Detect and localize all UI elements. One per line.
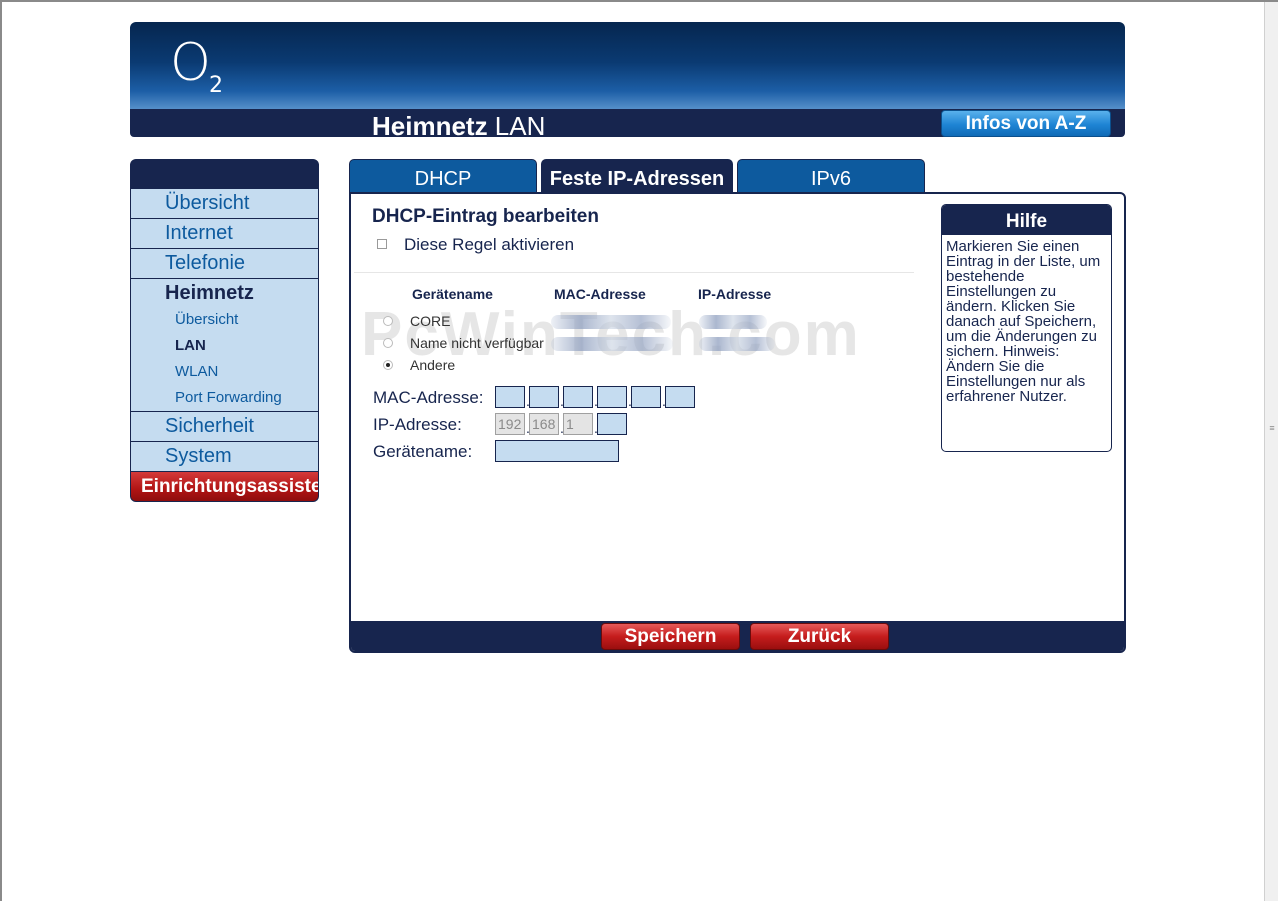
- section-title: DHCP-Eintrag bearbeiten: [372, 206, 599, 227]
- sidebar-item-sicherheit[interactable]: Sicherheit: [130, 412, 319, 442]
- device-name: Andere: [410, 357, 456, 373]
- scroll-grip-icon: ≡: [1269, 423, 1275, 433]
- sidebar-subitem-lan[interactable]: LAN: [130, 333, 319, 359]
- tab-feste-ip-adressen[interactable]: Feste IP-Adressen: [541, 159, 733, 192]
- device-radio-unknown[interactable]: [383, 338, 393, 348]
- activate-rule-checkbox[interactable]: [377, 239, 387, 249]
- device-row-core: CORE: [383, 313, 450, 329]
- sidebar-item-uebersicht[interactable]: Übersicht: [130, 189, 319, 219]
- sidebar-subitem-wlan[interactable]: WLAN: [130, 359, 319, 385]
- ip-octet-1: 192: [495, 413, 525, 435]
- mac-label: MAC-Adresse:: [373, 388, 484, 407]
- vertical-scrollbar[interactable]: ≡: [1264, 2, 1278, 901]
- page-title-bold: Heimnetz: [372, 111, 488, 137]
- device-row-unknown: Name nicht verfügbar: [383, 335, 544, 351]
- activate-rule-row: Diese Regel aktivieren: [377, 235, 574, 255]
- mac-octet-3[interactable]: [563, 386, 593, 408]
- mac-octet-5[interactable]: [631, 386, 661, 408]
- mac-octet-4[interactable]: [597, 386, 627, 408]
- ip-label: IP-Adresse:: [373, 415, 462, 434]
- content-panel: DHCP-Eintrag bearbeiten Diese Regel akti…: [349, 192, 1126, 653]
- redacted-mac: [551, 337, 673, 351]
- device-radio-core[interactable]: [383, 316, 393, 326]
- sidebar-item-einrichtungsassistent[interactable]: Einrichtungsassistent: [130, 472, 319, 502]
- o2-logo: O2: [170, 33, 225, 98]
- mac-octet-6[interactable]: [665, 386, 695, 408]
- sidebar-top-bar: [130, 159, 319, 189]
- column-header-ip: IP-Adresse: [698, 286, 772, 302]
- mac-octet-1[interactable]: [495, 386, 525, 408]
- sidebar-subitem-port-forwarding[interactable]: Port Forwarding: [130, 385, 319, 412]
- help-title: Hilfe: [942, 205, 1111, 235]
- header: O2 Heimnetz LAN Infos von A-Z: [130, 22, 1125, 137]
- column-header-geraetename: Gerätename: [412, 286, 493, 302]
- page-title: Heimnetz LAN: [372, 111, 545, 137]
- sidebar-item-telefonie[interactable]: Telefonie: [130, 249, 319, 279]
- redacted-ip: [699, 315, 767, 329]
- help-text: Markieren Sie einen Eintrag in der Liste…: [946, 238, 1101, 405]
- sidebar-item-heimnetz[interactable]: Heimnetz: [130, 279, 319, 307]
- device-radio-andere[interactable]: [383, 360, 393, 370]
- ip-octet-2: 168: [529, 413, 559, 435]
- geraetename-label: Gerätename:: [373, 442, 473, 461]
- logo-letter: O: [170, 33, 211, 93]
- ip-octet-4[interactable]: [597, 413, 627, 435]
- save-button[interactable]: Speichern: [601, 623, 740, 650]
- redacted-ip: [699, 337, 775, 351]
- tab-ipv6[interactable]: IPv6: [737, 159, 925, 192]
- sidebar-subitem-uebersicht[interactable]: Übersicht: [130, 307, 319, 333]
- redacted-mac: [551, 315, 671, 329]
- help-box: Hilfe Markieren Sie einen Eintrag in der…: [941, 204, 1112, 452]
- device-name: Name nicht verfügbar: [410, 335, 544, 351]
- tab-dhcp[interactable]: DHCP: [349, 159, 537, 192]
- column-header-mac: MAC-Adresse: [554, 286, 646, 302]
- divider: [354, 272, 914, 273]
- device-row-andere: Andere: [383, 357, 455, 373]
- logo-subscript: 2: [208, 73, 223, 98]
- sidebar-item-internet[interactable]: Internet: [130, 219, 319, 249]
- ip-octet-3: 1: [563, 413, 593, 435]
- sidebar-nav: Übersicht Internet Telefonie Heimnetz Üb…: [130, 159, 319, 502]
- device-name: CORE: [410, 313, 451, 329]
- back-button[interactable]: Zurück: [750, 623, 889, 650]
- panel-footer: Speichern Zurück: [351, 621, 1124, 651]
- geraetename-input[interactable]: [495, 440, 619, 462]
- sidebar-item-system[interactable]: System: [130, 442, 319, 472]
- activate-rule-label: Diese Regel aktivieren: [404, 235, 575, 254]
- page-title-rest: LAN: [487, 111, 546, 137]
- infos-a-z-button[interactable]: Infos von A-Z: [941, 110, 1111, 137]
- mac-octet-2[interactable]: [529, 386, 559, 408]
